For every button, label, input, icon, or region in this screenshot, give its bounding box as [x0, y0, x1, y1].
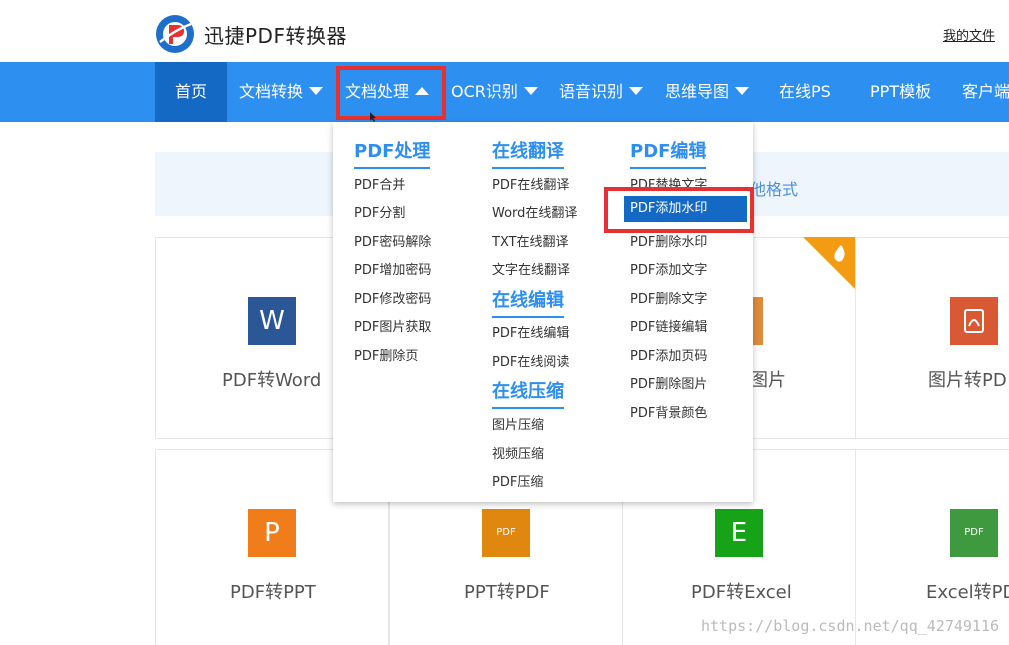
brand-title[interactable]: 迅捷PDF转换器 — [204, 20, 347, 49]
chevron-down-icon — [629, 86, 644, 95]
highlight-box-watermark — [604, 187, 754, 233]
menu-item-pdf-compress[interactable]: PDF压缩 — [492, 471, 543, 490]
card-excel-to-pdf[interactable]: PDF Excel转PD — [855, 449, 1009, 645]
excel-icon: E — [715, 509, 763, 557]
menu-item-word-translate[interactable]: Word在线翻译 — [492, 202, 577, 221]
nav-home[interactable]: 首页 — [155, 62, 227, 122]
chevron-down-icon — [735, 86, 750, 95]
nav-client[interactable]: 客户端 — [962, 62, 1009, 122]
hot-badge — [803, 237, 855, 289]
menu-item-video-compress[interactable]: 视频压缩 — [492, 443, 544, 462]
doc-process-dropdown: PDF处理 PDF合并 PDF分割 PDF密码解除 PDF增加密码 PDF修改密… — [333, 122, 753, 502]
banner-text: 他格式 — [750, 180, 799, 199]
fire-icon — [803, 237, 855, 289]
card-label: Excel转PD — [926, 582, 1009, 603]
nav-online-ps[interactable]: 在线PS — [779, 62, 831, 122]
chevron-down-icon — [523, 86, 538, 95]
card-label: PDF转Excel — [691, 582, 792, 603]
section-title-online-translate: 在线翻译 — [492, 137, 564, 169]
chevron-down-icon — [309, 86, 324, 95]
menu-item-pdf-delete-text[interactable]: PDF删除文字 — [630, 288, 707, 307]
card-image-to-pdf[interactable]: 图片转PD — [855, 237, 1009, 439]
cursor-icon — [370, 112, 376, 122]
section-title-online-compress: 在线压缩 — [492, 377, 564, 409]
nav-home-label: 首页 — [174, 82, 207, 101]
menu-item-pdf-online-read[interactable]: PDF在线阅读 — [492, 351, 569, 370]
nav-label: 语音识别 — [559, 82, 624, 101]
menu-item-pdf-add-password[interactable]: PDF增加密码 — [354, 259, 431, 278]
nav-label: 在线PS — [779, 82, 831, 101]
card-label: 图片 — [750, 370, 786, 391]
watermark-text: https://blog.csdn.net/qq_42749116 — [700, 617, 999, 635]
section-title-online-edit: 在线编辑 — [492, 286, 564, 318]
nav-mindmap[interactable]: 思维导图 — [665, 62, 750, 122]
menu-item-image-compress[interactable]: 图片压缩 — [492, 414, 544, 433]
card-label: PDF转PPT — [230, 582, 316, 603]
menu-item-pdf-unlock[interactable]: PDF密码解除 — [354, 231, 431, 250]
menu-item-pdf-extract-images[interactable]: PDF图片获取 — [354, 316, 431, 335]
ppt-pdf-icon: PDF — [482, 509, 530, 557]
menu-item-pdf-delete-image[interactable]: PDF删除图片 — [630, 373, 707, 392]
excel-pdf-icon: PDF — [950, 509, 998, 557]
my-files-link[interactable]: 我的文件 — [943, 25, 995, 44]
nav-label: 文档转换 — [239, 82, 304, 101]
nav-label: 思维导图 — [665, 82, 730, 101]
nav-label: OCR识别 — [451, 82, 518, 101]
menu-item-pdf-change-password[interactable]: PDF修改密码 — [354, 288, 431, 307]
ppt-icon: P — [248, 509, 296, 557]
menu-item-pdf-remove-watermark[interactable]: PDF删除水印 — [630, 231, 707, 250]
nav-doc-convert[interactable]: 文档转换 — [239, 62, 324, 122]
nav-ppt-template[interactable]: PPT模板 — [870, 62, 931, 122]
card-label: PDF转Word — [222, 370, 322, 391]
menu-item-pdf-add-text[interactable]: PDF添加文字 — [630, 259, 707, 278]
menu-item-pdf-translate[interactable]: PDF在线翻译 — [492, 174, 569, 193]
menu-item-pdf-delete-page[interactable]: PDF删除页 — [354, 345, 418, 364]
word-icon: W — [248, 297, 296, 345]
menu-item-pdf-background-color[interactable]: PDF背景颜色 — [630, 402, 707, 421]
nav-speech[interactable]: 语音识别 — [559, 62, 644, 122]
menu-item-text-translate[interactable]: 文字在线翻译 — [492, 259, 570, 278]
menu-item-pdf-online-edit[interactable]: PDF在线编辑 — [492, 322, 569, 341]
highlight-box-nav — [336, 66, 446, 120]
main-nav: 首页 文档转换 文档处理 OCR识别 语音识别 思维导图 在线PS PPT模板 … — [0, 62, 1009, 122]
menu-item-pdf-link-edit[interactable]: PDF链接编辑 — [630, 316, 707, 335]
section-title-pdf-edit: PDF编辑 — [630, 137, 707, 169]
section-title-pdf-process: PDF处理 — [354, 137, 431, 169]
site-header: 迅捷PDF转换器 我的文件 — [0, 0, 1009, 62]
logo-icon[interactable] — [155, 14, 195, 54]
pdf-icon — [950, 297, 998, 345]
menu-item-pdf-add-page-number[interactable]: PDF添加页码 — [630, 345, 707, 364]
nav-label: 客户端 — [962, 82, 1009, 101]
menu-item-pdf-split[interactable]: PDF分割 — [354, 202, 405, 221]
nav-ocr[interactable]: OCR识别 — [451, 62, 538, 122]
nav-label: PPT模板 — [870, 82, 932, 101]
menu-item-pdf-merge[interactable]: PDF合并 — [354, 174, 405, 193]
menu-item-txt-translate[interactable]: TXT在线翻译 — [492, 231, 569, 250]
card-label: 图片转PD — [928, 370, 1007, 391]
card-label: PPT转PDF — [464, 582, 550, 603]
